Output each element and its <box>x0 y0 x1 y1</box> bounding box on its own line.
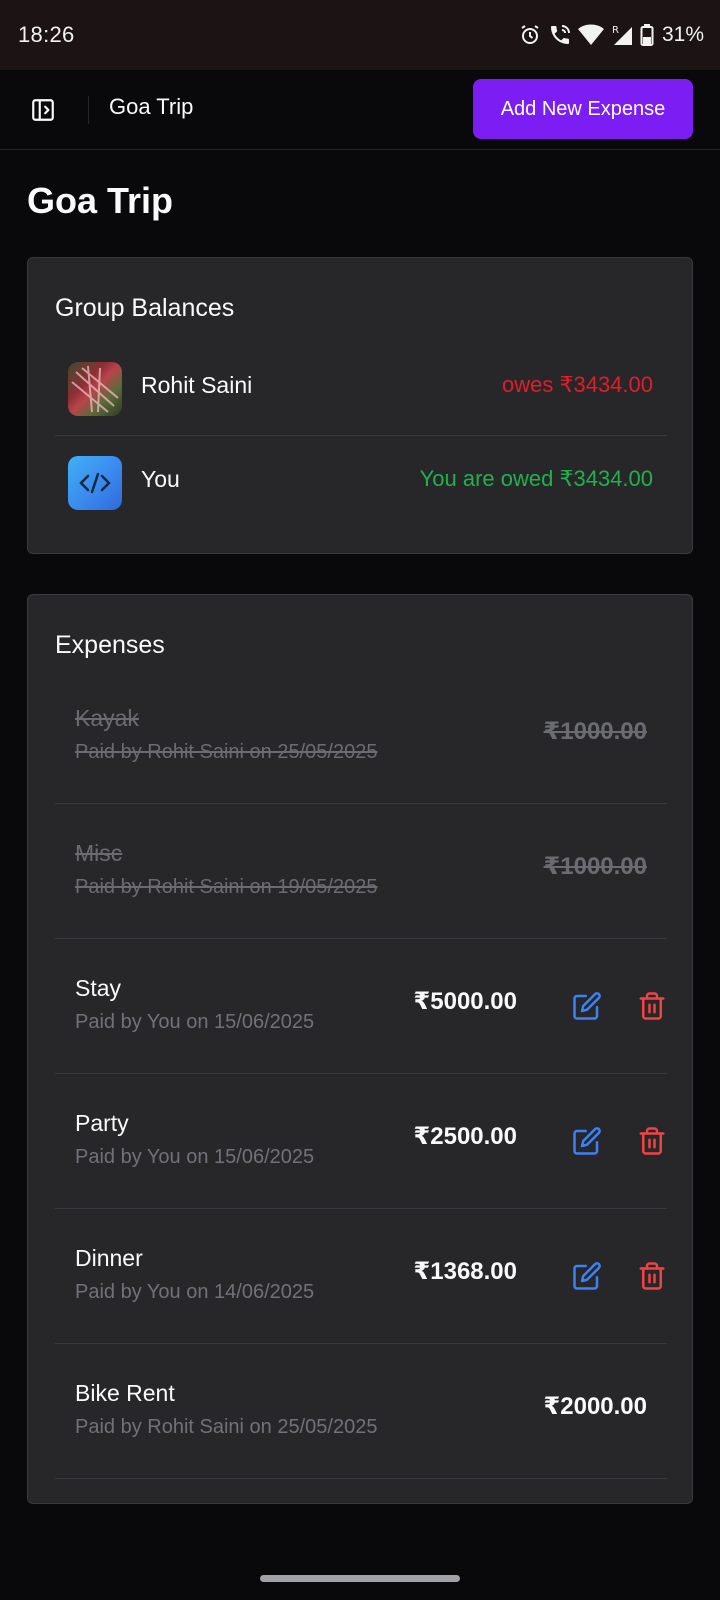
balance-amount: You are owed ₹3434.00 <box>419 466 653 491</box>
wifi-call-icon <box>550 25 570 44</box>
add-new-expense-button[interactable]: Add New Expense <box>473 79 693 139</box>
expense-name: Party <box>75 1110 129 1136</box>
battery-icon <box>640 24 654 46</box>
expense-row[interactable]: Stay Paid by You on 15/06/2025 ₹5000.00 <box>55 939 667 1074</box>
edit-icon[interactable] <box>572 1261 604 1293</box>
expense-amount: ₹1000.00 <box>543 718 647 745</box>
expense-name: Stay <box>75 975 122 1001</box>
status-time: 18:26 <box>18 22 75 47</box>
expense-subtitle: Paid by Rohit Saini on 25/05/2025 <box>75 1416 378 1438</box>
avatar <box>68 362 122 416</box>
expense-subtitle: Paid by Rohit Saini on 19/05/2025 <box>75 876 378 898</box>
balance-amount: owes ₹3434.00 <box>502 372 653 397</box>
balance-name: You <box>141 466 180 492</box>
alarm-icon <box>521 25 539 44</box>
group-balances-card: Group Balances Rohit Saini owes ₹3434.00… <box>27 257 693 554</box>
expenses-title: Expenses <box>55 631 165 659</box>
expense-amount: ₹2000.00 <box>543 1393 647 1420</box>
expense-name: Kayak <box>75 705 139 731</box>
expense-amount: ₹1368.00 <box>413 1258 517 1285</box>
battery-percent: 31% <box>661 23 704 46</box>
group-balances-title: Group Balances <box>55 294 235 322</box>
signal-icon: R <box>612 25 632 45</box>
wifi-icon <box>577 24 604 45</box>
expense-name: Dinner <box>75 1245 143 1271</box>
balance-row: You You are owed ₹3434.00 <box>55 436 667 530</box>
expense-row[interactable]: Dinner Paid by You on 14/06/2025 ₹1368.0… <box>55 1209 667 1344</box>
expense-subtitle: Paid by You on 15/06/2025 <box>75 1011 315 1033</box>
expense-row[interactable]: Kayak Paid by Rohit Saini on 25/05/2025 … <box>55 669 667 804</box>
edit-icon[interactable] <box>572 1126 604 1158</box>
sidebar-toggle-icon[interactable] <box>30 97 56 123</box>
expenses-card: Expenses Kayak Paid by Rohit Saini on 25… <box>27 594 693 1504</box>
expense-name: Bike Rent <box>75 1380 175 1406</box>
expense-amount: ₹2500.00 <box>413 1123 517 1150</box>
edit-icon[interactable] <box>572 991 604 1023</box>
status-icons: R 31% <box>518 23 704 47</box>
expense-amount: ₹1000.00 <box>543 853 647 880</box>
expense-subtitle: Paid by You on 15/06/2025 <box>75 1146 315 1168</box>
status-bar: 18:26 R 31% <box>0 0 720 70</box>
expense-row[interactable]: Party Paid by You on 15/06/2025 ₹2500.00 <box>55 1074 667 1209</box>
expense-row[interactable]: Misc Paid by Rohit Saini on 19/05/2025 ₹… <box>55 804 667 939</box>
svg-text:R: R <box>612 25 619 36</box>
trash-icon[interactable] <box>637 991 669 1023</box>
expense-subtitle: Paid by Rohit Saini on 25/05/2025 <box>75 741 378 763</box>
expense-amount: ₹5000.00 <box>413 988 517 1015</box>
nav-divider <box>88 96 89 124</box>
balance-row: Rohit Saini owes ₹3434.00 <box>55 342 667 436</box>
top-nav: Goa Trip Add New Expense <box>0 70 720 150</box>
expense-row[interactable]: Bike Rent Paid by Rohit Saini on 25/05/2… <box>55 1344 667 1479</box>
trash-icon[interactable] <box>637 1126 669 1158</box>
balance-name: Rohit Saini <box>141 372 253 398</box>
trash-icon[interactable] <box>637 1261 669 1293</box>
expense-subtitle: Paid by You on 14/06/2025 <box>75 1281 315 1303</box>
home-indicator[interactable] <box>260 1575 460 1582</box>
expense-name: Misc <box>75 840 123 866</box>
code-avatar-icon <box>68 456 122 510</box>
breadcrumb: Goa Trip <box>109 94 194 119</box>
page-title: Goa Trip <box>27 180 174 221</box>
